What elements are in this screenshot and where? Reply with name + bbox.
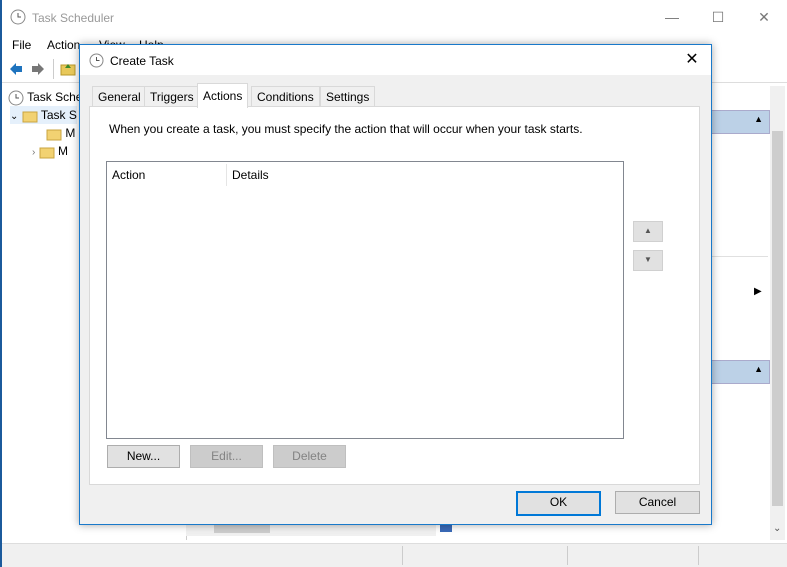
- tree-item-label: Task S: [40, 108, 77, 122]
- main-window-title: Task Scheduler: [32, 11, 115, 25]
- actions-section-header[interactable]: ▲: [710, 110, 770, 134]
- move-down-button[interactable]: ▼: [633, 250, 663, 271]
- scroll-down-icon[interactable]: ⌄: [773, 523, 781, 534]
- tab-settings[interactable]: Settings: [320, 86, 376, 107]
- edit-action-button[interactable]: Edit...: [190, 445, 263, 468]
- delete-action-button[interactable]: Delete: [273, 445, 346, 468]
- tab-actions[interactable]: Actions: [197, 83, 249, 108]
- arrow-up-icon: ▲: [644, 226, 652, 235]
- forward-arrow-icon[interactable]: [30, 61, 46, 77]
- create-task-dialog: Create Task ✕ General Triggers Actions C…: [79, 44, 712, 525]
- arrow-down-icon: ▼: [644, 255, 652, 264]
- tree-item-root[interactable]: Task Sche: [8, 88, 82, 106]
- scrollbar-thumb[interactable]: [772, 131, 783, 506]
- move-up-button[interactable]: ▲: [633, 221, 663, 242]
- clock-icon: [10, 9, 26, 25]
- tab-triggers[interactable]: Triggers: [144, 86, 200, 107]
- selected-item-section-header[interactable]: ▲: [710, 360, 770, 384]
- maximize-icon[interactable]: ☐: [695, 0, 741, 34]
- submenu-arrow-icon[interactable]: ▶: [754, 286, 762, 297]
- status-divider: [567, 546, 568, 565]
- clock-icon: [8, 90, 24, 106]
- tree-item-label: M: [65, 126, 76, 140]
- actions-tab-panel: When you create a task, you must specify…: [89, 106, 700, 485]
- column-header-details[interactable]: Details: [227, 164, 432, 186]
- actions-info-text: When you create a task, you must specify…: [109, 122, 583, 136]
- tree-item-folder[interactable]: › M: [32, 142, 68, 160]
- minimize-icon[interactable]: —: [649, 0, 695, 34]
- tree-item-library[interactable]: ⌄ Task S: [10, 106, 77, 124]
- main-title-bar: Task Scheduler — ☐ ✕: [2, 0, 787, 34]
- folder-icon: [22, 111, 38, 123]
- tab-general[interactable]: General: [92, 86, 147, 107]
- cancel-button[interactable]: Cancel: [615, 491, 700, 514]
- dialog-title: Create Task: [110, 54, 174, 68]
- pane-divider: [710, 256, 768, 257]
- status-divider: [402, 546, 403, 565]
- status-bar: [2, 543, 787, 567]
- menu-file[interactable]: File: [12, 38, 31, 52]
- chevron-right-icon[interactable]: ›: [32, 147, 35, 158]
- close-icon[interactable]: ✕: [741, 0, 787, 34]
- close-icon[interactable]: ✕: [677, 45, 707, 75]
- tree-item-folder[interactable]: M: [46, 124, 75, 142]
- clock-icon: [89, 53, 104, 68]
- tree-item-label: M: [58, 144, 69, 158]
- collapse-up-icon[interactable]: ▲: [754, 114, 763, 124]
- ok-button[interactable]: OK: [516, 491, 601, 516]
- status-divider: [698, 546, 699, 565]
- new-action-button[interactable]: New...: [107, 445, 180, 468]
- folder-icon: [39, 147, 55, 159]
- column-header-action[interactable]: Action: [107, 164, 227, 186]
- dialog-title-bar: Create Task ✕: [80, 45, 711, 75]
- tree-item-label: Task Sche: [27, 90, 83, 104]
- folder-up-icon[interactable]: [60, 61, 76, 77]
- toolbar-divider: [53, 59, 54, 79]
- chevron-down-icon[interactable]: ⌄: [10, 111, 18, 122]
- tab-conditions[interactable]: Conditions: [251, 86, 320, 107]
- menu-action[interactable]: Action: [47, 38, 80, 52]
- collapse-up-icon[interactable]: ▲: [754, 364, 763, 374]
- back-arrow-icon[interactable]: [8, 61, 24, 77]
- folder-icon: [46, 129, 62, 141]
- actions-list[interactable]: Action Details: [106, 161, 624, 439]
- vertical-scrollbar[interactable]: ⌄: [770, 86, 785, 540]
